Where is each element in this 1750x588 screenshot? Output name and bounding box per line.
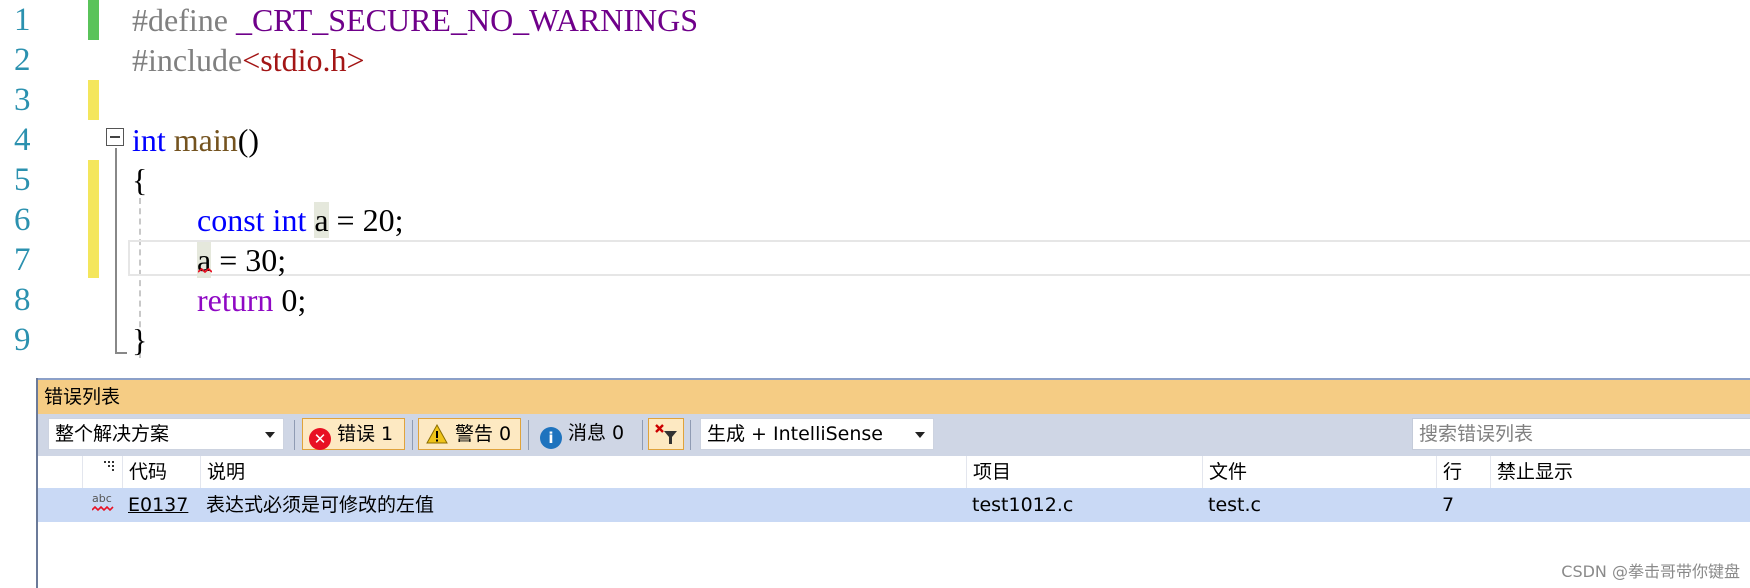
brace: { xyxy=(132,162,148,198)
table-row[interactable]: abc E0137 表达式必须是可修改的左值 test1012.c test.c… xyxy=(38,488,1750,522)
scope-dropdown[interactable]: 整个解决方案 xyxy=(48,418,284,450)
column-header-code[interactable]: 代码 xyxy=(122,456,200,488)
line-number: 9 xyxy=(14,322,31,358)
code-line-8[interactable]: return 0; xyxy=(197,280,306,320)
error-line: 7 xyxy=(1442,494,1455,516)
build-source-label: 生成 + IntelliSense xyxy=(707,423,884,445)
warnings-filter-button[interactable]: 警告 0 xyxy=(418,418,521,450)
code-editor[interactable]: 1 2 3 4 5 6 7 8 9 #define _CRT_SECURE_NO… xyxy=(0,0,1750,418)
column-header-blank[interactable] xyxy=(38,456,82,488)
error-list-toolbar: 整个解决方案 ✕ 错误 1 警告 0 i 消息 0 生成 + IntelliSens… xyxy=(38,414,1750,456)
errors-filter-button[interactable]: ✕ 错误 1 xyxy=(302,418,405,450)
expression: 0; xyxy=(273,282,307,318)
outline-line xyxy=(115,148,117,352)
preprocessor-directive: #define xyxy=(132,2,228,38)
code-line-9[interactable]: } xyxy=(132,320,147,360)
line-number: 6 xyxy=(14,202,31,238)
errors-filter-label: 错误 1 xyxy=(337,423,394,445)
error-list-panel: 错误列表 整个解决方案 ✕ 错误 1 警告 0 i 消息 0 生成 + Intell… xyxy=(36,378,1750,588)
line-number: 3 xyxy=(14,82,31,118)
keyword: int xyxy=(272,202,307,238)
line-number: 4 xyxy=(14,122,31,158)
spell-error-icon: abc xyxy=(86,488,122,522)
error-squiggle-icon xyxy=(198,268,212,274)
error-project: test1012.c xyxy=(972,494,1074,516)
column-header-line[interactable]: 行 xyxy=(1436,456,1490,488)
code-line-7[interactable]: a = 30; xyxy=(197,240,286,280)
toolbar-separator xyxy=(642,420,643,450)
line-number: 5 xyxy=(14,162,31,198)
error-description: 表达式必须是可修改的左值 xyxy=(206,494,435,516)
include-header: <stdio.h> xyxy=(242,42,365,78)
code-line-2[interactable]: #include<stdio.h> xyxy=(132,40,365,80)
column-header-project[interactable]: 项目 xyxy=(966,456,1202,488)
watermark: CSDN @拳击哥带你键盘 xyxy=(1561,562,1740,581)
type-icon-label: abc xyxy=(92,492,112,505)
sort-icon xyxy=(104,461,114,471)
panel-title[interactable]: 错误列表 xyxy=(38,378,1750,414)
line-number: 1 xyxy=(14,2,31,38)
punctuation: () xyxy=(237,122,260,158)
variable-highlight: a xyxy=(314,202,329,238)
expression: = 30; xyxy=(211,242,287,278)
collapse-toggle-icon[interactable] xyxy=(106,128,124,146)
macro-name: _CRT_SECURE_NO_WARNINGS xyxy=(227,2,699,38)
column-header-type[interactable] xyxy=(82,456,122,488)
squiggle-icon xyxy=(92,506,114,512)
error-icon: ✕ xyxy=(309,428,331,450)
saved-change-marker xyxy=(88,0,99,40)
keyword: return xyxy=(197,282,274,318)
line-number: 8 xyxy=(14,282,31,318)
line-number: 7 xyxy=(14,242,31,278)
current-line-highlight xyxy=(128,240,1750,276)
filter-toggle-button[interactable] xyxy=(648,418,684,450)
warnings-filter-label: 警告 0 xyxy=(455,423,512,445)
line-number: 2 xyxy=(14,42,31,78)
toolbar-separator xyxy=(412,420,413,450)
expression: = 20; xyxy=(328,202,404,238)
code-line-5[interactable]: { xyxy=(132,160,147,200)
keyword: const xyxy=(197,202,265,238)
unsaved-change-marker xyxy=(88,160,99,278)
toolbar-separator xyxy=(528,420,529,450)
search-placeholder: 搜索错误列表 xyxy=(1419,423,1534,445)
warning-icon xyxy=(425,423,449,446)
code-line-1[interactable]: #define _CRT_SECURE_NO_WARNINGS xyxy=(132,0,698,40)
search-error-list-input[interactable]: 搜索错误列表 xyxy=(1412,418,1750,450)
function-name: main xyxy=(173,122,238,158)
error-file: test.c xyxy=(1208,494,1261,516)
chevron-down-icon xyxy=(915,432,925,438)
outline-line-end xyxy=(115,352,127,354)
column-header-suppress[interactable]: 禁止显示 xyxy=(1490,456,1750,488)
messages-filter-label: 消息 0 xyxy=(568,422,625,444)
brace: } xyxy=(132,322,148,358)
error-list-header: 代码 说明 项目 文件 行 禁止显示 xyxy=(38,456,1750,489)
code-line-6[interactable]: const int a = 20; xyxy=(197,200,403,240)
build-source-dropdown[interactable]: 生成 + IntelliSense xyxy=(700,418,934,450)
keyword: int xyxy=(132,122,166,158)
column-header-description[interactable]: 说明 xyxy=(200,456,966,488)
toolbar-separator xyxy=(690,420,691,450)
scope-dropdown-label: 整个解决方案 xyxy=(55,423,170,445)
code-line-4[interactable]: int main() xyxy=(132,120,259,160)
messages-filter-button[interactable]: i 消息 0 xyxy=(534,418,634,450)
preprocessor-directive: #include xyxy=(132,42,243,78)
filter-icon xyxy=(655,424,677,444)
info-icon: i xyxy=(540,427,562,449)
toolbar-separator xyxy=(294,420,295,450)
error-code-link[interactable]: E0137 xyxy=(122,488,200,522)
chevron-down-icon xyxy=(265,432,275,438)
unsaved-change-marker xyxy=(88,80,99,120)
column-header-file[interactable]: 文件 xyxy=(1202,456,1436,488)
